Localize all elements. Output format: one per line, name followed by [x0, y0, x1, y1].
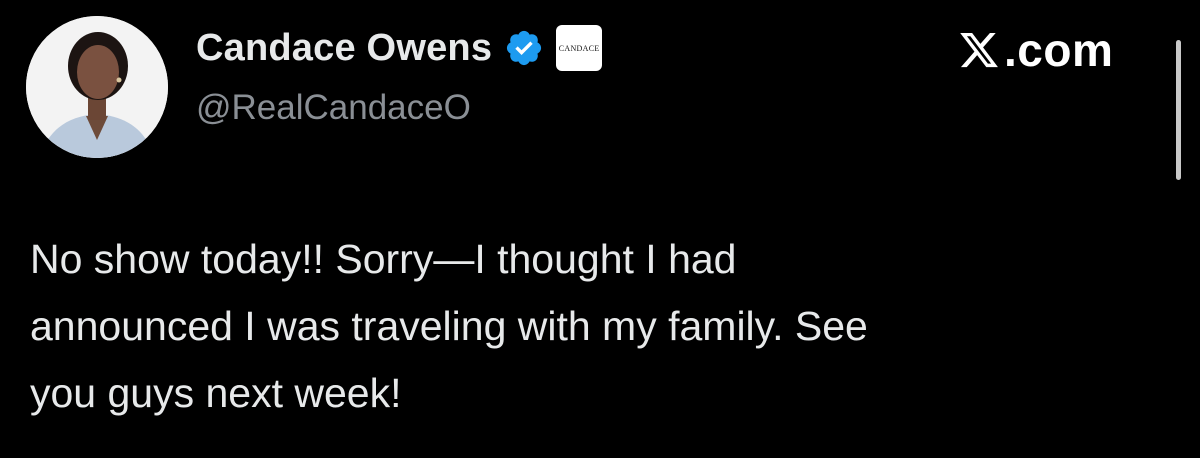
tweet-body-text: No show today!! Sorry—I thought I had an…: [30, 236, 868, 416]
author-name-row: Candace Owens CANDACE: [196, 22, 603, 74]
tweet-card: Candace Owens CANDACE @RealCandaceO .com…: [0, 0, 1200, 458]
affiliate-badge[interactable]: CANDACE: [556, 25, 603, 71]
author-display-name[interactable]: Candace Owens: [196, 27, 492, 70]
x-logo-icon: [958, 29, 1000, 71]
avatar-portrait: [26, 16, 168, 158]
scrollbar[interactable]: [1176, 40, 1181, 180]
affiliate-badge-label: CANDACE: [558, 43, 600, 53]
brand-watermark: .com: [958, 22, 1113, 78]
avatar[interactable]: [26, 16, 168, 158]
author-handle[interactable]: @RealCandaceO: [196, 88, 471, 128]
verified-badge-icon: [504, 28, 544, 68]
brand-domain-suffix: .com: [1004, 24, 1114, 76]
